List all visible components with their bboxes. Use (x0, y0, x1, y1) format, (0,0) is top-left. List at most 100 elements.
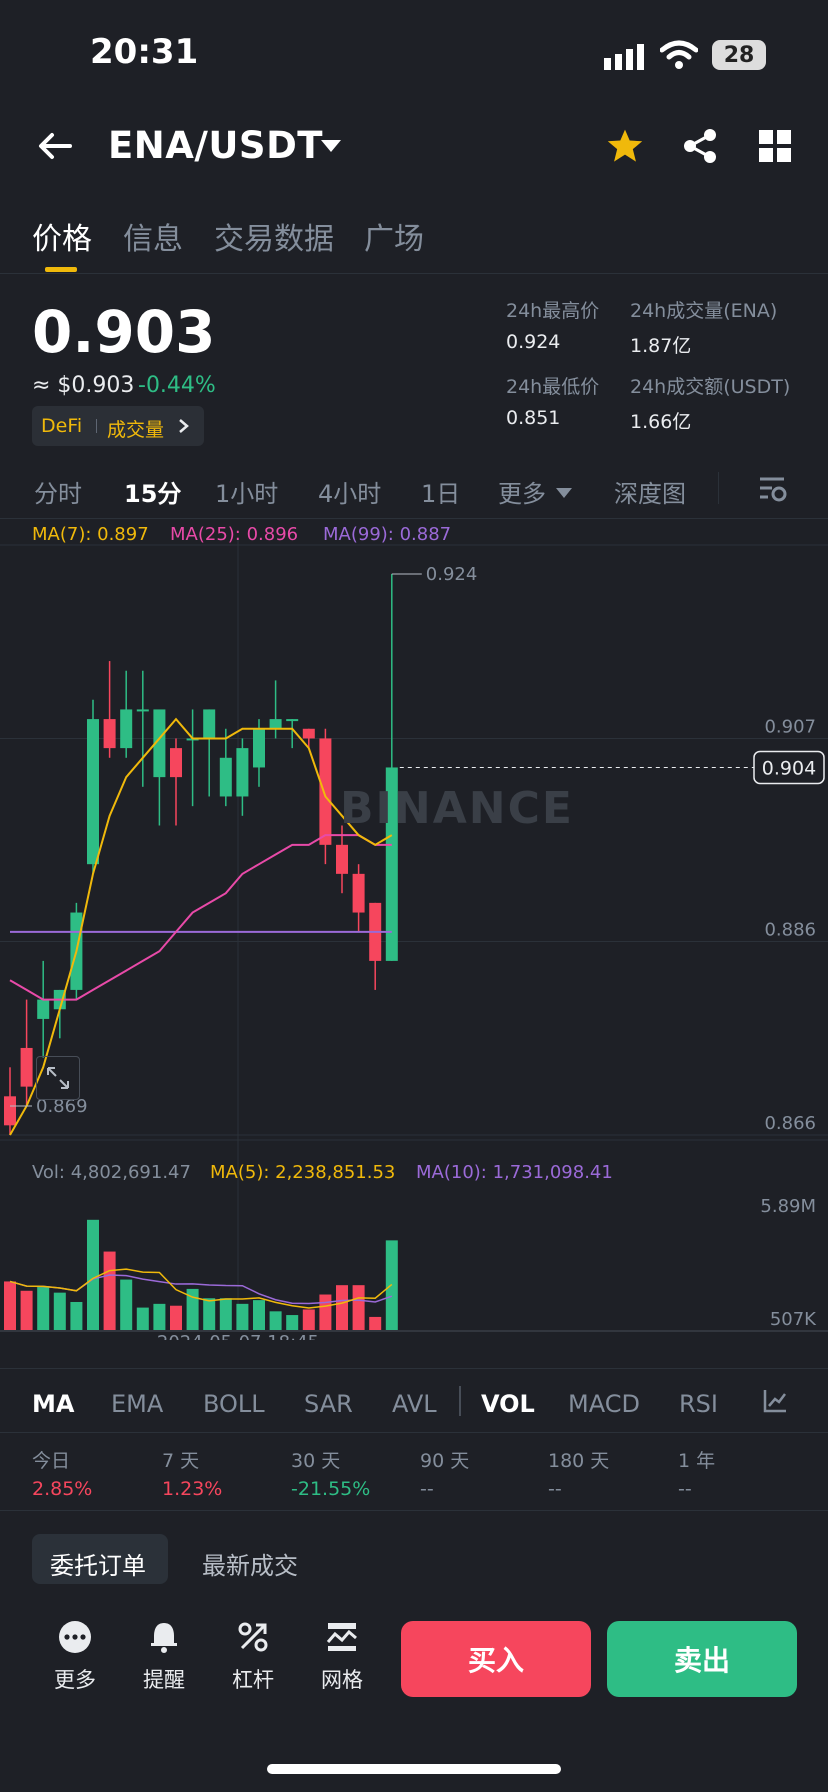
expand-icon[interactable] (36, 1056, 80, 1100)
volume-bar (170, 1305, 182, 1330)
price-axis-label: 0.886 (764, 920, 816, 941)
more-button[interactable]: 更多 (40, 1620, 110, 1694)
volume-bar (219, 1298, 232, 1330)
chevron-down-icon[interactable] (320, 138, 342, 157)
indicator-boll[interactable]: BOLL (203, 1390, 265, 1418)
margin-button[interactable]: 杠杆 (218, 1620, 288, 1694)
chart-settings-icon[interactable] (758, 474, 788, 508)
interval-4h[interactable]: 4小时 (318, 474, 381, 509)
volume-bar (369, 1316, 382, 1330)
indicator-rsi[interactable]: RSI (679, 1390, 718, 1418)
alert-label: 提醒 (143, 1668, 185, 1692)
volume-bar (120, 1279, 133, 1330)
indicator-settings-icon[interactable] (762, 1388, 788, 1418)
vol-ma5-legend: MA(5): 2,238,851.53 (210, 1162, 396, 1183)
price-axis-label: 0.866 (764, 1113, 816, 1134)
candlestick-chart[interactable]: 0.9270.9070.8860.8660.9240.8690.9045.89M… (0, 540, 828, 1340)
perf-value: -21.55% (291, 1478, 371, 1500)
tab-info[interactable]: 信息 (123, 214, 183, 258)
interval-1d[interactable]: 1日 (421, 474, 460, 509)
tag-rank: 成交量 (107, 419, 165, 441)
candle-body (236, 748, 249, 797)
watermark: BINANCE (340, 783, 574, 834)
vol-base-value: 1.87亿 (630, 335, 692, 357)
tab-square[interactable]: 广场 (364, 214, 424, 258)
perf-label: 今日 (32, 1450, 71, 1472)
more-icon (40, 1620, 110, 1658)
caret-down-icon (556, 483, 572, 502)
grid-menu-icon[interactable] (759, 130, 791, 166)
volume-bar (253, 1300, 265, 1330)
volume-bar (103, 1251, 116, 1330)
buy-button[interactable]: 买入 (401, 1621, 591, 1697)
indicator-vol[interactable]: VOL (481, 1390, 535, 1418)
percent-icon (218, 1620, 288, 1658)
volume-bar (269, 1311, 282, 1330)
indicator-macd[interactable]: MACD (568, 1390, 640, 1418)
candle-body (20, 1047, 33, 1087)
star-icon[interactable] (606, 128, 644, 168)
bell-icon (129, 1620, 199, 1658)
candle-body (286, 719, 299, 722)
price-change: -0.44% (138, 373, 216, 398)
interval-more[interactable]: 更多 (498, 474, 546, 509)
perf-value: 1.23% (162, 1478, 223, 1500)
candle-body (302, 728, 315, 739)
divider (0, 273, 828, 274)
indicator-avl[interactable]: AVL (392, 1390, 437, 1418)
interval-15m[interactable]: 15分 (124, 474, 181, 509)
high-label: 24h最高价 (506, 300, 600, 322)
back-arrow-icon[interactable] (34, 128, 74, 164)
volume-bar (53, 1292, 66, 1330)
tab-underline (45, 267, 77, 272)
sell-button[interactable]: 卖出 (607, 1621, 797, 1697)
indicator-ema[interactable]: EMA (111, 1390, 163, 1418)
interval-1h[interactable]: 1小时 (215, 474, 278, 509)
alert-button[interactable]: 提醒 (129, 1620, 199, 1694)
usd-price: ≈ $0.903 (32, 373, 135, 398)
share-icon[interactable] (682, 128, 718, 168)
candle-body (269, 719, 282, 729)
perf-value: -- (420, 1478, 434, 1500)
battery-icon: 28 (712, 40, 766, 70)
volume-bar (319, 1294, 332, 1330)
perf-label: 180 天 (548, 1450, 610, 1472)
grid-label: 网格 (321, 1668, 363, 1692)
volume-bar (236, 1303, 249, 1330)
vol-ma10-legend: MA(10): 1,731,098.41 (416, 1162, 613, 1183)
chevron-right-icon (178, 418, 190, 438)
candle-body (219, 757, 232, 797)
tab-open-orders[interactable]: 委托订单 (50, 1546, 146, 1581)
more-label: 更多 (54, 1668, 96, 1692)
battery-level: 28 (723, 42, 755, 68)
volume-bar (336, 1285, 348, 1330)
perf-label: 7 天 (162, 1450, 200, 1472)
tab-price[interactable]: 价格 (32, 214, 92, 258)
ma25-line (9, 834, 392, 1001)
volume-bar (286, 1315, 299, 1330)
perf-value: -- (678, 1478, 692, 1500)
perf-value: 2.85% (32, 1478, 93, 1500)
tab-trading-data[interactable]: 交易数据 (214, 214, 334, 258)
perf-label: 1 年 (678, 1450, 716, 1472)
vol-quote-label: 24h成交额(USDT) (630, 376, 791, 398)
indicator-ma[interactable]: MA (32, 1390, 74, 1418)
volume-bar (153, 1303, 166, 1330)
tab-recent-trades[interactable]: 最新成交 (202, 1546, 298, 1581)
volume-axis-label: 5.89M (760, 1196, 816, 1217)
sector-tag[interactable]: DeFi 成交量 (32, 406, 204, 446)
pair-title[interactable]: ENA/USDT (108, 124, 323, 167)
candle-body (170, 748, 182, 778)
vol-base-label: 24h成交量(ENA) (630, 300, 778, 322)
candle-body (120, 709, 133, 749)
candle-body (87, 719, 99, 865)
price-axis-label: 0.927 (764, 540, 816, 544)
depth-chart-tab[interactable]: 深度图 (614, 474, 686, 509)
interval-time-share[interactable]: 分时 (34, 474, 82, 509)
low-label: 24h最低价 (506, 376, 600, 398)
grid-button[interactable]: 网格 (307, 1620, 377, 1694)
perf-label: 90 天 (420, 1450, 470, 1472)
indicator-sar[interactable]: SAR (304, 1390, 353, 1418)
candle-body (352, 873, 365, 913)
last-price: 0.903 (32, 298, 216, 366)
